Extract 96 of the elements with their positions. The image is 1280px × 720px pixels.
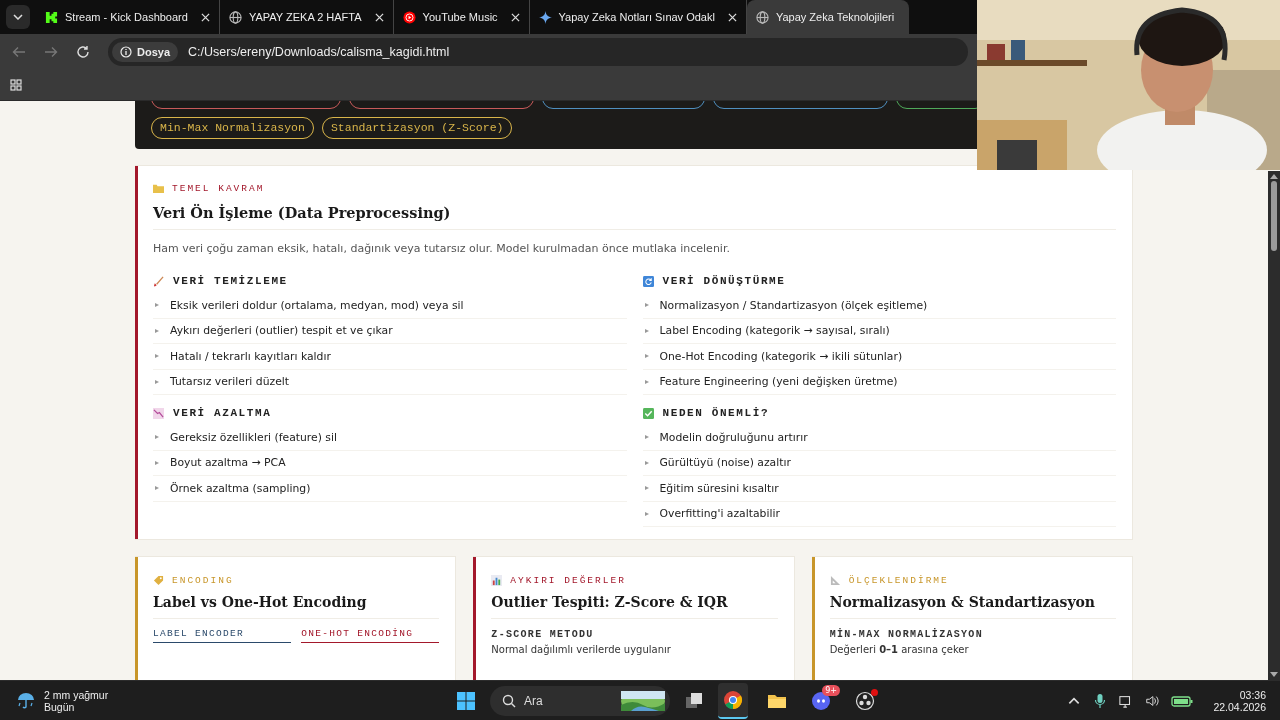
bullet-icon [644,460,649,465]
globe-icon [755,10,769,24]
sparkle-icon [538,10,552,24]
card-title: Normalizasyon & Standartizasyon [829,594,1116,619]
bullet-icon [155,328,159,333]
method-heading: Z-SCORE METODU [491,629,595,640]
card-title: Label vs One-Hot Encoding [153,594,440,619]
brush-icon [153,275,164,287]
list-item: Gereksiz özellikleri (feature) sil [170,430,337,444]
list-item: Eğitim süresini kısaltır [659,481,779,495]
globe-icon [228,10,242,24]
chrome-logo-icon [723,689,743,710]
bullet-icon [644,303,649,308]
list-item: Feature Engineering (yeni değişken üretme) [659,375,898,389]
bar-chart-icon [491,574,503,586]
refresh-icon [642,275,654,287]
umbrella-rain-icon [16,690,36,711]
search-icon [502,693,516,708]
column-heading: LABEL ENCODER [153,628,292,643]
record-icon [855,690,875,711]
bullet-icon [644,379,649,384]
method-text: Normal dağılımlı verilerde uygulanır [491,644,672,655]
chart-down-icon [153,407,164,419]
notification-badge: 9+ [822,684,840,696]
tab-title: Yapay Zeka Notları Sınav Odakl [558,11,715,23]
bullet-icon [644,354,649,359]
weather-text[interactable]: 2 mm yağmur [44,688,109,701]
list-item: Gürültüyü (noise) azaltır [659,456,791,470]
category-label: AYKIRI DEĞERLER [510,574,626,586]
task-view-icon[interactable] [684,690,704,711]
browser-tab[interactable]: Yapay Zeka Teknolojileri [746,0,910,34]
list-item: Normalizasyon / Standartizasyon (ölçek eşitleme) [659,298,928,312]
bullet-icon [644,328,649,333]
address-bar[interactable]: Dosya C:/Users/ereny/Downloads/calisma_kagidi.html [108,38,968,66]
section-heading: VERİ DÖNÜŞTÜRME [662,275,786,287]
card-title: Outlier Tespiti: Z-Score & IQR [491,594,778,619]
reload-icon[interactable] [76,45,90,59]
list-item: Modelin doğruluğunu artırır [659,430,808,444]
list-item: Eksik verileri doldur (ortalama, medyan, mod) veya sil [170,298,464,312]
method-heading: MİN-MAX NORMALİZASYON [829,629,984,640]
close-icon[interactable] [374,12,384,22]
taskbar-app[interactable] [718,682,748,719]
list-item: Hatalı / tekrarlı kayıtları kaldır [170,349,331,363]
category-label: ENCODING [172,574,234,586]
apps-grid-icon[interactable] [10,79,22,91]
list-item: Overfitting'i azaltabilir [659,507,780,521]
play-circle-icon [402,10,416,24]
list-item: Örnek azaltma (sampling) [170,481,311,495]
checkmark-icon [642,407,654,419]
close-icon[interactable] [510,12,520,22]
tag-icon [153,574,164,586]
tab-title: YouTube Music [422,11,498,23]
category-label: TEMEL KAVRAM [172,182,265,194]
bullet-icon [644,511,649,516]
k-logo-icon [45,10,58,24]
close-icon[interactable] [200,12,210,22]
list-item: Aykırı değerleri (outlier) tespit et ve çıkar [170,324,393,338]
scroll-thumb[interactable] [1271,181,1277,251]
tab-title: Stream - Kick Dashboard [65,11,188,23]
list-item: One-Hot Encoding (kategorik → ikili sütunlar) [659,349,903,363]
scroll-up-icon[interactable] [1270,173,1278,179]
site-info-chip[interactable]: Dosya [112,42,179,62]
tab-title: Yapay Zeka Teknolojileri [775,11,895,23]
windows-start-icon[interactable] [456,690,476,711]
clock[interactable]: 03:36 22.04.2026 [1213,688,1266,713]
tab-title: YAPAY ZEKA 2 HAFTA [248,11,362,23]
folder-icon [153,182,164,194]
bullet-icon [155,303,159,308]
chevron-down-icon [13,14,23,20]
bullet-icon [155,354,159,359]
info-icon [120,46,132,58]
bullet-icon [155,435,159,440]
scrollbar[interactable] [1268,171,1280,680]
section-heading: VERİ TEMİZLEME [173,275,288,287]
bullet-icon [155,486,159,491]
category-label: ÖLÇEKLENDİRME [848,574,949,586]
section-heading: NEDEN ÖNEMLİ? [662,407,770,419]
card-title: Veri Ön İşleme (Data Preprocessing) [153,204,1116,230]
bullet-icon [155,379,159,384]
triangle-ruler-icon [829,574,841,586]
section-heading: VERİ AZALTMA [173,407,272,419]
bullet-icon [644,486,649,491]
bullet-icon [155,460,159,465]
url-text: C:/Users/ereny/Downloads/calisma_kagidi.html [188,45,450,59]
scroll-down-icon[interactable] [1270,672,1278,678]
microphone-icon[interactable] [1093,692,1108,709]
list-item: Boyut azaltma → PCA [170,456,286,470]
method-text: Değerleri 0–1 arasına çeker [829,644,970,655]
weather-subtext[interactable]: Bugün [44,700,109,713]
intro-text: Ham veri çoğu zaman eksik, hatalı, dağınık veya tutarsız olur. Model kurulmadan önce mutlaka incelenir. [153,242,731,255]
list-item: Tutarsız verileri düzelt [170,375,290,389]
bullet-icon [644,435,649,440]
column-heading: ONE-HOT ENCODİNG [301,628,440,643]
list-item: Label Encoding (kategorik → sayısal, sıralı) [659,324,890,338]
tab-search-button[interactable] [6,5,30,29]
close-icon[interactable] [727,12,737,22]
